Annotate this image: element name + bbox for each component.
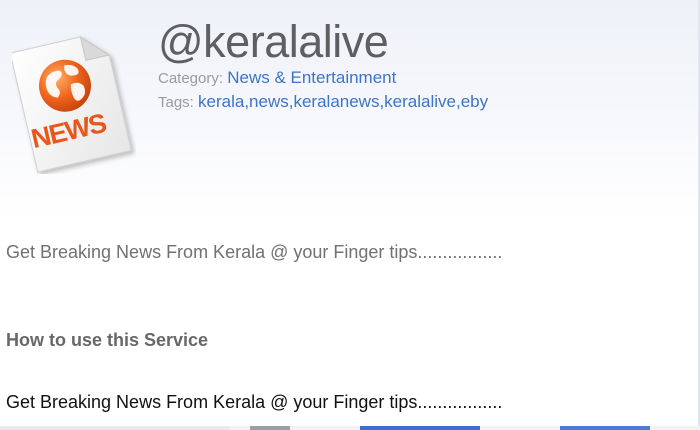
- category-link[interactable]: News & Entertainment: [227, 68, 396, 87]
- service-description: Get Breaking News From Kerala @ your Fin…: [6, 242, 503, 262]
- bottom-strip-segment: [560, 426, 650, 430]
- howto-heading: How to use this Service: [6, 330, 209, 350]
- news-logo-icon: NEWS: [9, 22, 136, 174]
- bottom-strip-segment: [250, 426, 290, 430]
- profile-handle: @keralalive: [158, 16, 389, 67]
- howto-text: Get Breaking News From Kerala @ your Fin…: [6, 392, 503, 412]
- tags-line: Tags: kerala,news,keralanews,keralalive,…: [158, 93, 488, 112]
- news-document-icon: NEWS: [9, 35, 132, 173]
- bottom-strip-segment: [0, 426, 230, 430]
- tags-link[interactable]: kerala,news,keralanews,keralalive,eby: [198, 92, 488, 111]
- bottom-strip: [0, 426, 700, 430]
- category-label: Category:: [158, 70, 224, 87]
- category-line: Category: News & Entertainment: [158, 69, 396, 88]
- bottom-strip-segment: [360, 426, 480, 430]
- tags-label: Tags:: [158, 94, 194, 111]
